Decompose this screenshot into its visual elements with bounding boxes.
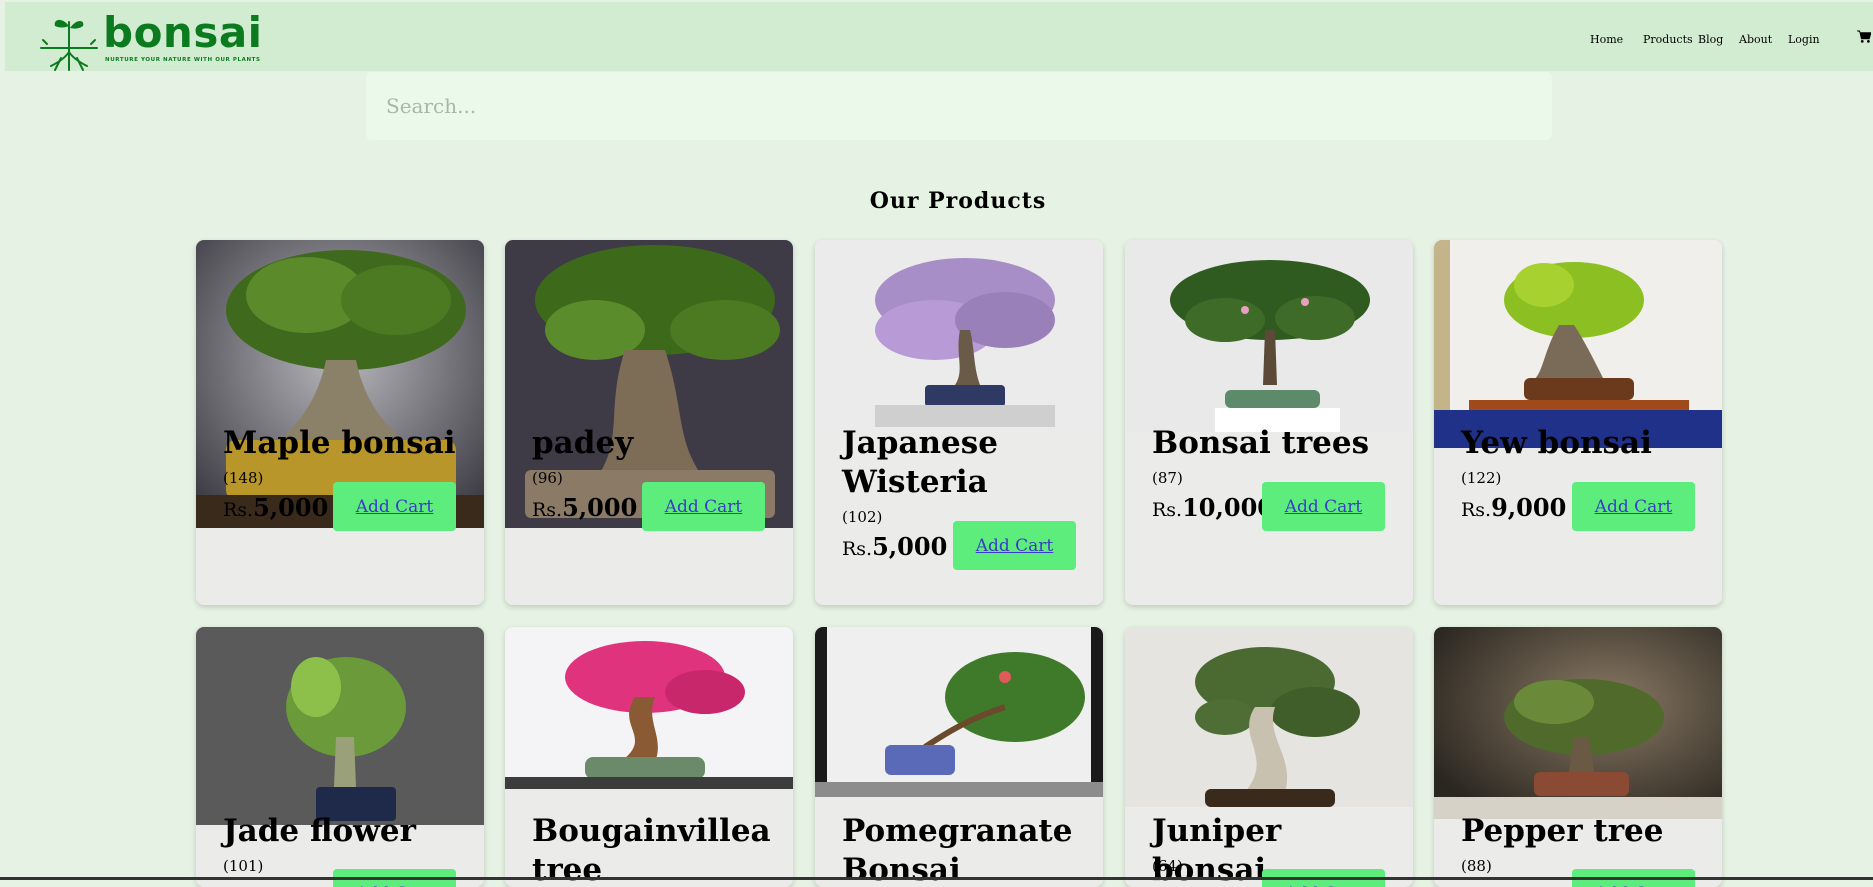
product-image — [1434, 627, 1722, 819]
product-name: Bonsai trees — [1152, 425, 1370, 461]
brand-logo[interactable]: bonsai NURTURE YOUR NATURE WITH OUR PLAN… — [39, 8, 262, 74]
product-price: Rs.5,000 — [842, 532, 948, 561]
product-rating-count: (101) — [223, 857, 264, 875]
product-price: Rs.10,000 — [1152, 493, 1274, 522]
add-cart-button[interactable]: Add Cart — [1572, 482, 1695, 531]
product-price: Rs.9,000 — [1461, 493, 1567, 522]
product-price: Rs.5,000 — [532, 493, 638, 522]
product-name: Yew bonsai — [1461, 425, 1652, 461]
nav-blog[interactable]: Blog — [1698, 33, 1723, 46]
product-card[interactable]: Jade flower (101) Add Cart — [196, 627, 484, 887]
product-image — [815, 627, 1103, 797]
section-title: Our Products — [869, 188, 1047, 214]
product-rating-count: (102) — [842, 508, 883, 526]
product-name: Pepper tree — [1461, 813, 1664, 849]
add-cart-button[interactable]: Add Cart — [953, 521, 1076, 570]
product-image — [196, 627, 484, 825]
nav-about[interactable]: About — [1739, 33, 1772, 46]
product-rating-count: (122) — [1461, 469, 1502, 487]
product-card[interactable]: Yew bonsai (122) Rs.9,000 Add Cart — [1434, 240, 1722, 605]
bonsai-logo-icon — [40, 19, 98, 71]
product-name: Jade flower — [223, 813, 416, 849]
product-rating-count: (64) — [1152, 857, 1183, 875]
product-image — [505, 627, 793, 789]
nav-home[interactable]: Home — [1590, 33, 1623, 46]
product-card[interactable]: Bougainvillea tree — [505, 627, 793, 887]
search-input[interactable] — [366, 72, 1552, 140]
add-cart-button[interactable]: Add Cart — [642, 482, 765, 531]
product-card[interactable]: Pomegranate Bonsai — [815, 627, 1103, 887]
product-name: Japanese Wisteria — [842, 425, 998, 500]
product-card[interactable]: Juniper bonsai (64) Add Cart — [1125, 627, 1413, 887]
product-card[interactable]: Japanese Wisteria (102) Rs.5,000 Add Car… — [815, 240, 1103, 605]
product-image — [1434, 240, 1722, 448]
product-rating-count: (87) — [1152, 469, 1183, 487]
product-name: padey — [532, 425, 634, 461]
add-cart-button[interactable]: Add Cart — [333, 482, 456, 531]
product-rating-count: (88) — [1461, 857, 1492, 875]
product-card[interactable]: padey (96) Rs.5,000 Add Cart — [505, 240, 793, 605]
product-card[interactable]: Bonsai trees (87) Rs.10,000 Add Cart — [1125, 240, 1413, 605]
nav-products[interactable]: Products — [1643, 33, 1693, 46]
product-card[interactable]: Pepper tree (88) Add Cart — [1434, 627, 1722, 887]
add-cart-button[interactable]: Add Cart — [1262, 482, 1385, 531]
product-card[interactable]: Maple bonsai (148) Rs.5,000 Add Cart — [196, 240, 484, 605]
product-image — [1125, 627, 1413, 807]
product-name: Bougainvillea tree — [532, 813, 771, 887]
product-image — [1125, 240, 1413, 432]
brand-name: bonsai — [103, 8, 263, 57]
product-price: Rs.5,000 — [223, 493, 329, 522]
brand-tagline: NURTURE YOUR NATURE WITH OUR PLANTS — [105, 57, 261, 63]
product-name: Pomegranate Bonsai — [842, 813, 1073, 887]
cart-icon[interactable] — [1857, 30, 1871, 44]
product-name: Maple bonsai — [223, 425, 456, 461]
product-image — [815, 240, 1103, 432]
product-rating-count: (96) — [532, 469, 563, 487]
nav-login[interactable]: Login — [1788, 33, 1820, 46]
product-rating-count: (148) — [223, 469, 264, 487]
